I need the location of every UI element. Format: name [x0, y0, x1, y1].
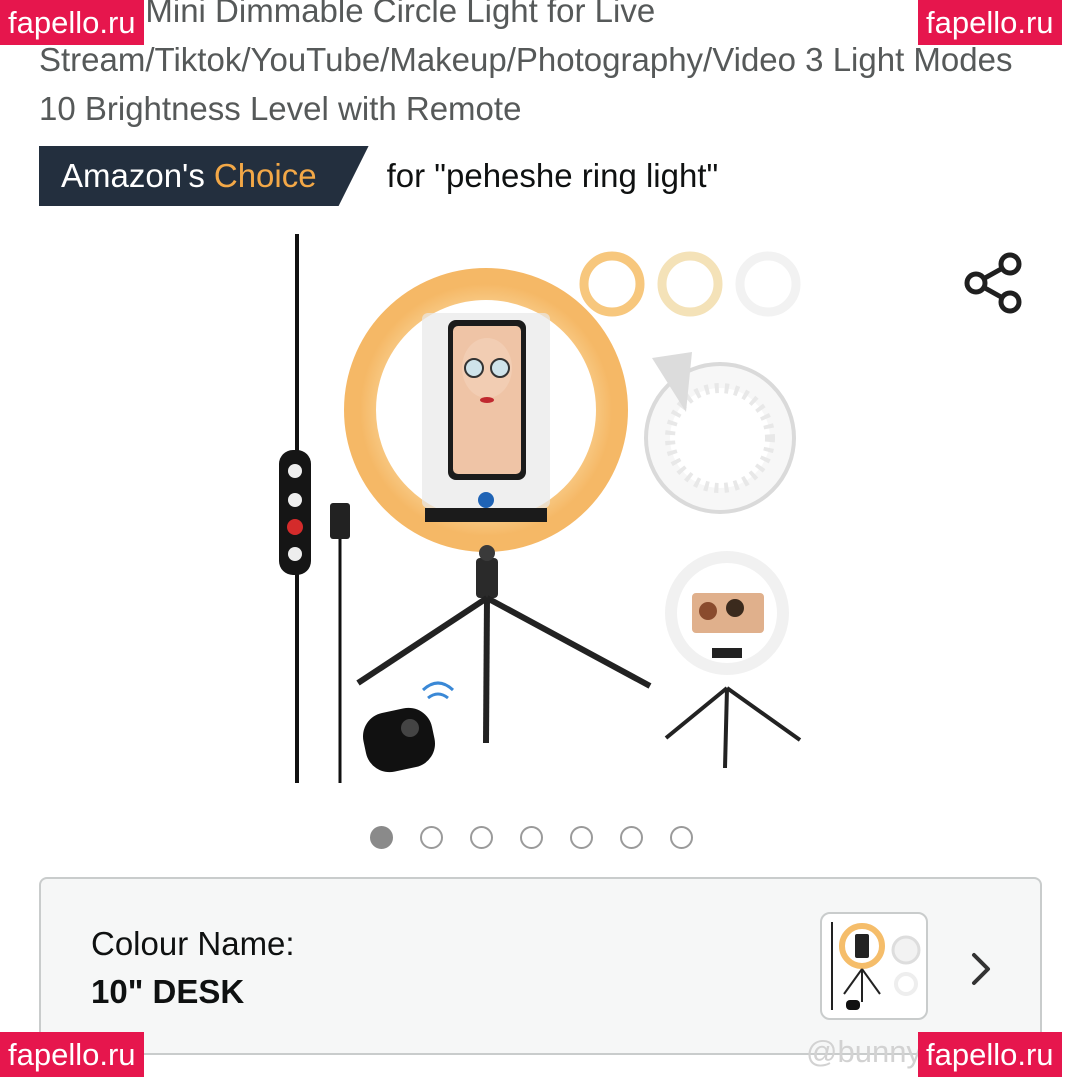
variant-value: 10" DESK: [91, 973, 245, 1010]
share-button[interactable]: [962, 250, 1028, 316]
amazons-choice-row: Amazon's Choice for "peheshe ring light": [39, 146, 718, 206]
watermark-bottom-right: fapello.ru: [918, 1032, 1062, 1077]
carousel-dot-7[interactable]: [670, 826, 693, 849]
chevron-right-icon[interactable]: [966, 949, 996, 989]
share-icon: [964, 252, 1022, 314]
badge-label-accent: Choice: [213, 157, 317, 194]
carousel-dot-5[interactable]: [570, 826, 593, 849]
ring-light-product-illustration: [279, 234, 802, 783]
watermark-credit: @bunny: [806, 1034, 922, 1069]
watermark-bottom-left: fapello.ru: [0, 1032, 144, 1077]
carousel-dot-3[interactable]: [470, 826, 493, 849]
carousel-dot-2[interactable]: [420, 826, 443, 849]
carousel-dot-4[interactable]: [520, 826, 543, 849]
colour-variant-selector[interactable]: Colour Name: 10" DESK: [39, 877, 1042, 1055]
amazons-choice-badge: Amazon's Choice: [39, 146, 369, 206]
variant-thumbnail[interactable]: [820, 912, 928, 1020]
variant-label: Colour Name:: [91, 925, 295, 962]
carousel-dot-6[interactable]: [620, 826, 643, 849]
badge-search-term: for "peheshe ring light": [386, 157, 719, 194]
image-carousel-dots: [370, 826, 693, 849]
watermark-top-right: fapello.ru: [918, 0, 1062, 45]
product-main-image[interactable]: [260, 228, 820, 788]
product-title: Holder Mini Dimmable Circle Light for Li…: [39, 0, 1013, 127]
watermark-top-left: fapello.ru: [0, 0, 144, 45]
carousel-dot-1[interactable]: [370, 826, 393, 849]
badge-label-prefix: Amazon's: [61, 157, 205, 194]
variant-thumbnail-image: [831, 922, 921, 1010]
